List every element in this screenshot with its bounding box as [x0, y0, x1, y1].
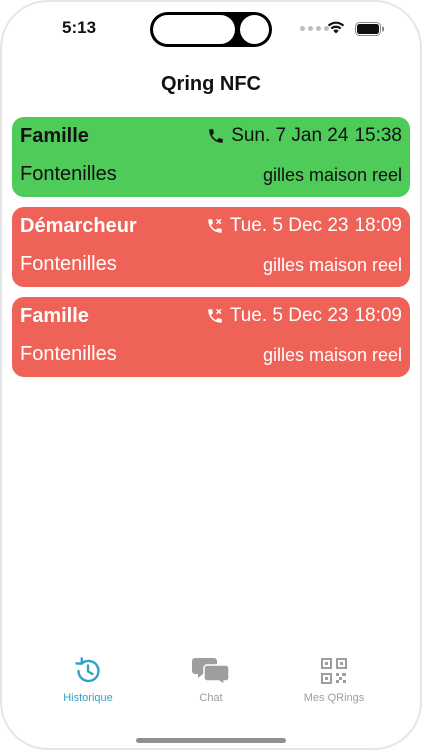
card-date: Tue. 5 Dec 23 [229, 215, 349, 236]
phone-screen: 5:13 Qring NFC Famille Sun. 7 Jan 24 15:… [0, 0, 422, 750]
home-indicator[interactable] [136, 738, 286, 743]
card-datetime: Sun. 7 Jan 24 15:38 [207, 125, 402, 147]
history-card[interactable]: Démarcheur Tue. 5 Dec 23 18:09 Fontenill… [12, 207, 410, 287]
card-time: 15:38 [354, 125, 402, 146]
tab-historique[interactable]: Historique [28, 652, 148, 704]
island-pill [153, 15, 235, 44]
wifi-icon [327, 21, 345, 34]
card-location: Fontenilles [20, 253, 117, 275]
card-date: Sun. 7 Jan 24 [231, 125, 349, 146]
tab-label: Chat [199, 692, 223, 704]
card-title: Famille [20, 305, 89, 327]
card-title: Démarcheur [20, 215, 137, 237]
page-title: Qring NFC [161, 73, 261, 95]
qr-code-icon [321, 658, 347, 684]
card-time: 18:09 [354, 215, 402, 236]
card-device: gilles maison reel [262, 345, 402, 365]
card-title: Famille [20, 125, 89, 147]
card-device: gilles maison reel [262, 165, 402, 185]
card-datetime: Tue. 5 Dec 23 18:09 [206, 215, 402, 237]
history-card[interactable]: Famille Sun. 7 Jan 24 15:38 Fontenilles … [12, 117, 410, 197]
history-icon [75, 657, 100, 683]
tab-label: Historique [63, 692, 113, 704]
card-location: Fontenilles [20, 343, 117, 365]
phone-icon [209, 129, 223, 143]
card-date: Tue. 5 Dec 23 [229, 305, 349, 326]
dynamic-island [150, 12, 272, 47]
history-list: Famille Sun. 7 Jan 24 15:38 Fontenilles … [12, 117, 410, 387]
tab-mes-qrings[interactable]: Mes QRings [274, 652, 394, 704]
battery-icon [355, 22, 384, 36]
status-bar: 5:13 [0, 0, 422, 60]
status-time: 5:13 [62, 18, 97, 37]
cellular-signal-icon [300, 26, 329, 31]
chat-icon [192, 658, 230, 686]
missed-call-icon [208, 218, 222, 233]
tab-bar: Historique Chat Mes QRings [0, 652, 422, 712]
card-location: Fontenilles [20, 163, 117, 185]
tab-label: Mes QRings [303, 692, 365, 704]
island-camera [240, 15, 269, 44]
card-datetime: Tue. 5 Dec 23 18:09 [206, 305, 402, 327]
tab-chat[interactable]: Chat [151, 652, 271, 704]
history-card[interactable]: Famille Tue. 5 Dec 23 18:09 Fontenilles … [12, 297, 410, 377]
missed-call-icon [208, 308, 222, 323]
card-device: gilles maison reel [262, 255, 402, 275]
card-time: 18:09 [354, 305, 402, 326]
